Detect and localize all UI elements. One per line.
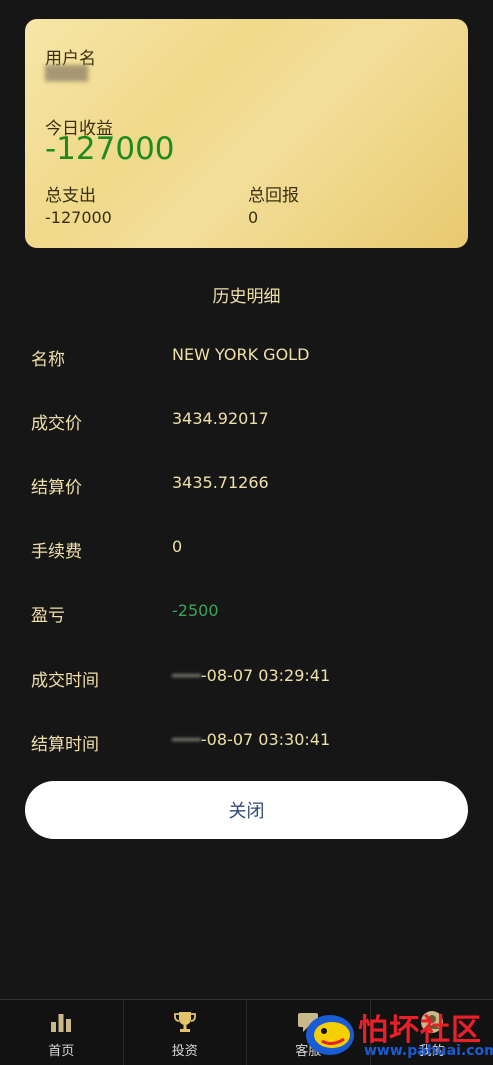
detail-row-name: 名称 NEW YORK GOLD — [0, 340, 493, 370]
total-expense-label: 总支出 — [45, 181, 96, 206]
watermark-logo-icon — [302, 1009, 358, 1059]
row-value: ━━━-08-07 03:29:41 — [172, 666, 330, 685]
row-label: 成交时间 — [31, 666, 99, 691]
detail-row-profit-loss: 盈亏 -2500 — [0, 596, 493, 626]
tab-label: 投资 — [172, 1040, 198, 1059]
time-value: -08-07 03:29:41 — [201, 666, 330, 685]
username-value: ████ — [45, 66, 88, 82]
time-value: -08-07 03:30:41 — [201, 730, 330, 749]
total-expense-value: -127000 — [45, 208, 112, 227]
tab-invest[interactable]: 投资 — [124, 1000, 248, 1065]
summary-card: 用户名 ████ 今日收益 -127000 总支出 -127000 总回报 0 — [25, 19, 468, 248]
row-label: 结算价 — [31, 473, 82, 498]
row-value: ━━━-08-07 03:30:41 — [172, 730, 330, 749]
close-button[interactable]: 关闭 — [25, 781, 468, 839]
detail-row-deal-price: 成交价 3434.92017 — [0, 404, 493, 434]
row-label: 名称 — [31, 345, 65, 370]
bar-chart-icon — [48, 1010, 74, 1034]
row-label: 手续费 — [31, 537, 82, 562]
detail-row-settle-time: 结算时间 ━━━-08-07 03:30:41 — [0, 725, 493, 755]
redacted-year: ━━━ — [172, 730, 201, 749]
site-watermark: 怕坏社区 www.pahuai.com — [300, 1003, 490, 1061]
row-label: 盈亏 — [31, 601, 65, 626]
row-value: NEW YORK GOLD — [172, 345, 309, 364]
total-return-value: 0 — [248, 208, 258, 227]
row-value: 0 — [172, 537, 182, 556]
tab-label: 首页 — [48, 1040, 74, 1059]
history-title: 历史明细 — [0, 282, 493, 307]
row-label: 结算时间 — [31, 730, 99, 755]
total-return-label: 总回报 — [248, 181, 299, 206]
tab-home[interactable]: 首页 — [0, 1000, 124, 1065]
detail-row-fee: 手续费 0 — [0, 532, 493, 562]
row-label: 成交价 — [31, 409, 82, 434]
row-value: 3434.92017 — [172, 409, 269, 428]
row-value: -2500 — [172, 601, 219, 620]
row-value: 3435.71266 — [172, 473, 269, 492]
watermark-url: www.pahuai.com — [364, 1043, 493, 1059]
trophy-icon — [172, 1010, 198, 1034]
detail-row-settle-price: 结算价 3435.71266 — [0, 468, 493, 498]
detail-row-deal-time: 成交时间 ━━━-08-07 03:29:41 — [0, 661, 493, 691]
redacted-year: ━━━ — [172, 666, 201, 685]
today-earnings-value: -127000 — [45, 131, 175, 167]
